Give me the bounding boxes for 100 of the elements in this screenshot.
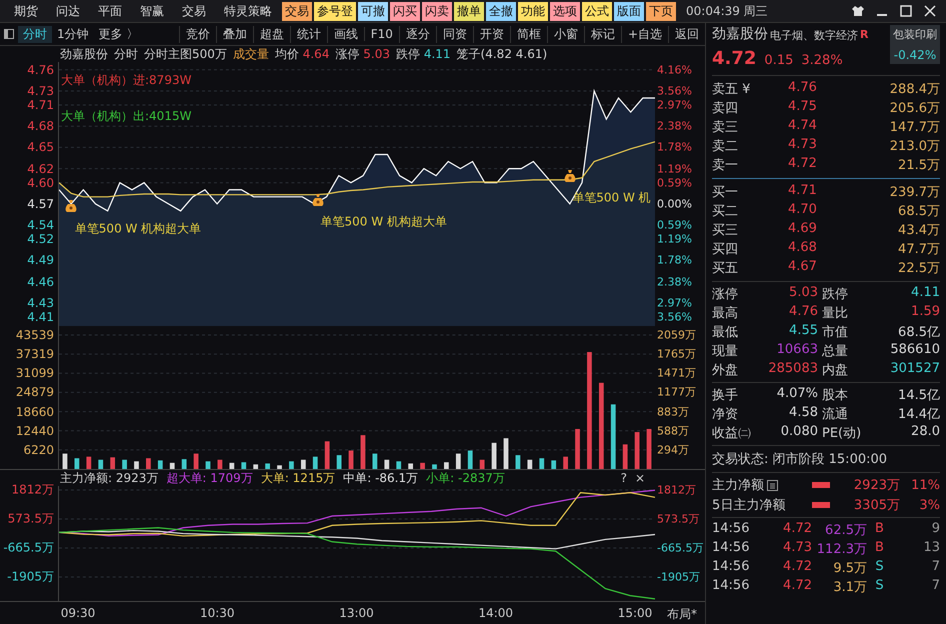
stat-label: 跌停	[822, 286, 849, 303]
stat-value: 285083	[767, 361, 819, 378]
order-level: 卖五 ¥	[712, 81, 752, 98]
tick-side: B	[874, 521, 885, 538]
order-level: 买三	[712, 222, 739, 239]
annotation-text: 单笔500 W 机构超大单	[320, 213, 447, 230]
stat-value: 10663	[776, 342, 819, 359]
stat-label: 收益㈡	[712, 425, 752, 442]
axis-label: 1.78%	[657, 254, 693, 267]
axis-label: 4.73	[26, 84, 54, 98]
axis-label: 1765万	[657, 346, 697, 362]
order-level: 卖一	[712, 157, 739, 174]
axis-label: 4.60	[26, 176, 54, 190]
stat-label: 外盘	[712, 362, 739, 379]
tick-time: 14:56	[712, 540, 750, 557]
stat-label: 总量	[822, 343, 849, 360]
tick-count: 7	[930, 559, 940, 576]
stat-value: 28.0	[910, 424, 940, 441]
order-level: 卖四	[712, 100, 739, 117]
axis-label: 43539	[14, 328, 54, 342]
stat-label: 内盘	[822, 362, 849, 379]
axis-label: 6220	[22, 442, 54, 457]
axis-label: 4.68	[26, 119, 54, 134]
order-level: 买二	[712, 203, 739, 220]
flow-amount: 3305万	[852, 497, 900, 514]
axis-label: 4.76	[26, 62, 54, 77]
concept-tags: 电子烟、数字经济	[770, 28, 858, 43]
axis-label: 2.38%	[657, 275, 693, 288]
axis-label: 1.78%	[657, 140, 693, 154]
tick-count: 13	[922, 540, 940, 557]
axis-label: -665.5万	[2, 539, 54, 556]
percent-change: 3.28%	[801, 53, 843, 68]
order-price: 4.69	[788, 221, 818, 238]
order-level: 买一	[712, 184, 739, 201]
tick-time: 14:56	[712, 559, 750, 576]
time-label: 15:00	[618, 606, 652, 620]
tick-volume: 9.5万	[832, 560, 867, 577]
time-label: 10:30	[200, 606, 235, 620]
axis-label: 1812万	[10, 482, 54, 498]
axis-label: 4.49	[26, 253, 54, 268]
stat-value: 4.55	[788, 323, 819, 340]
stat-value: 586610	[889, 342, 940, 359]
legend-label: 超大单	[166, 470, 202, 486]
axis-label: -665.5万	[657, 540, 704, 556]
axis-label: 4.16%	[657, 63, 693, 76]
tick-count: 7	[930, 578, 940, 595]
axis-label: 1471万	[657, 366, 697, 381]
cage-label: 笼子(4.82 4.61)	[456, 46, 548, 62]
axis-label: 1.19%	[657, 232, 693, 246]
axis-label: 0.59%	[657, 176, 693, 190]
legend-text: 主力净额: 2923万	[60, 470, 158, 486]
order-level: 卖二	[712, 138, 739, 155]
last-price: 4.72	[712, 48, 756, 69]
flow-label: 主力净额	[712, 476, 812, 494]
stat-value: 0.080	[780, 424, 819, 441]
stat-value: 301527	[889, 361, 940, 378]
legend-label: 小单	[426, 470, 450, 486]
stat-label: 最高	[712, 305, 739, 322]
tick-volume: 3.1万	[832, 579, 867, 596]
order-volume: 213.0万	[888, 138, 940, 155]
axis-label: 31099	[14, 366, 54, 380]
axis-label: 1177万	[657, 384, 697, 400]
limit-up: 涨停 5.03	[335, 46, 390, 62]
stat-label: 量比	[822, 305, 849, 322]
flow-percent: 11%	[910, 478, 940, 492]
axis-label: 3.56%	[657, 84, 693, 98]
order-level: 卖三	[712, 119, 739, 136]
axis-label: 4.65	[26, 140, 54, 154]
axis-label: 37319	[14, 347, 54, 362]
axis-label: 4.71	[26, 98, 54, 112]
stat-value: 5.03	[788, 285, 819, 302]
axis-label: 4.46	[26, 274, 54, 289]
order-volume: 205.6万	[888, 100, 940, 117]
axis-label: 3.56%	[657, 310, 693, 324]
tick-price: 4.72	[782, 521, 812, 538]
stock-name: 劲嘉股份	[712, 25, 768, 43]
axis-label: 12440	[14, 424, 54, 438]
flow-label: 5日主力净额	[712, 497, 786, 514]
r-label: R	[860, 28, 868, 41]
legend-label: 中单	[343, 470, 368, 486]
tick-time: 14:56	[712, 578, 750, 595]
axis-label: 4.52	[26, 232, 54, 246]
stat-label: 净资	[712, 406, 739, 423]
stat-value: 68.5亿	[897, 324, 940, 341]
tick-price: 4.72	[782, 559, 812, 576]
axis-label: 18660	[14, 404, 54, 419]
order-volume: 43.4万	[897, 222, 940, 239]
avg-label: 均价 4.64	[274, 46, 330, 62]
axis-label: 2.38%	[657, 120, 693, 133]
tick-side: S	[874, 559, 885, 576]
stat-value: 4.76	[788, 304, 819, 321]
order-price: 4.73	[788, 137, 818, 154]
order-volume: 239.7万	[888, 184, 940, 201]
order-price: 4.74	[788, 118, 818, 135]
axis-label: 2.97%	[657, 98, 693, 112]
axis-label: 0.00%	[657, 197, 693, 210]
axis-label: 2059万	[657, 327, 697, 342]
legend-value: : 1709万	[202, 470, 253, 486]
tick-side: B	[874, 540, 885, 557]
trading-status: 交易状态: 闭市阶段 15:00:00	[712, 445, 940, 472]
